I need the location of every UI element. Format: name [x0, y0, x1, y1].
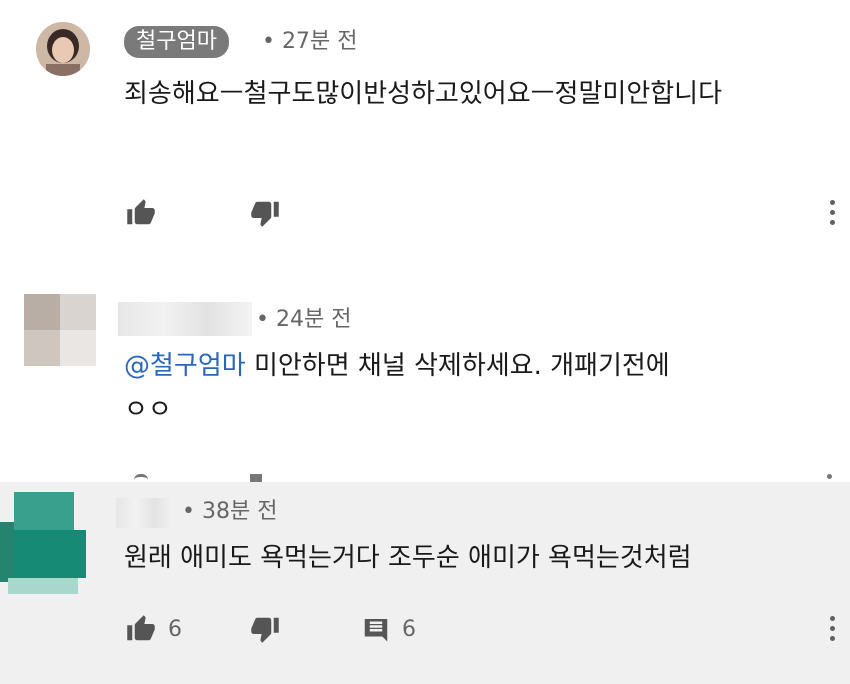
- avatar[interactable]: [36, 22, 90, 76]
- dislike-button[interactable]: [248, 198, 282, 228]
- comment-text: @철구엄마 미안하면 채널 삭제하세요. 개패기전에 ㅇㅇ: [124, 344, 824, 432]
- comment-text: 원래 애미도 욕먹는거다 조두순 애미가 욕먹는것처럼: [124, 543, 692, 573]
- avatar[interactable]: [0, 492, 86, 596]
- like-count: 6: [168, 616, 182, 642]
- dislike-button[interactable]: [248, 614, 282, 644]
- comment-icon: [364, 619, 388, 642]
- comment-text: 죄송해요ㅡ철구도많이반성하고있어요ㅡ정말미안합니다: [124, 79, 723, 109]
- avatar-photo: [36, 22, 90, 76]
- comment-text-line2: ㅇㅇ: [124, 395, 172, 425]
- comment-text-line1: 미안하면 채널 삭제하세요. 개패기전에: [245, 351, 670, 381]
- more-vert-icon: [830, 200, 835, 205]
- author-name-redacted[interactable]: [118, 302, 252, 336]
- action-row-clipped: [120, 472, 840, 482]
- thumb-down-icon: [251, 617, 279, 643]
- reply-count: 6: [402, 616, 416, 642]
- reply-button[interactable]: 6: [360, 614, 416, 644]
- comment-item-highlighted: • 38분 전 원래 애미도 욕먹는거다 조두순 애미가 욕먹는것처럼 6 6: [0, 482, 850, 684]
- more-menu-button[interactable]: [830, 616, 836, 646]
- more-vert-icon: [830, 616, 835, 621]
- avatar-pixelated: [24, 294, 96, 366]
- like-button[interactable]: 6: [124, 614, 182, 644]
- thumb-up-icon: [127, 615, 155, 641]
- mention-link[interactable]: @철구엄마: [124, 351, 246, 381]
- thumb-down-icon: [251, 201, 279, 227]
- comment-item: 철구엄마 • 27분 전 죄송해요ㅡ철구도많이반성하고있어요ㅡ정말미안합니다: [0, 0, 850, 250]
- more-menu-button[interactable]: [830, 200, 836, 230]
- timestamp: • 38분 전: [182, 499, 278, 524]
- comment-item: • 24분 전 @철구엄마 미안하면 채널 삭제하세요. 개패기전에 ㅇㅇ: [0, 276, 850, 482]
- timestamp: • 24분 전: [256, 307, 352, 332]
- avatar-pixelated: [0, 492, 86, 594]
- author-name[interactable]: 철구엄마: [124, 26, 229, 58]
- like-button[interactable]: [124, 198, 158, 228]
- author-name-redacted[interactable]: [116, 498, 174, 528]
- timestamp: • 27분 전: [262, 29, 358, 54]
- thumb-up-icon: [127, 199, 155, 225]
- avatar[interactable]: [24, 294, 96, 366]
